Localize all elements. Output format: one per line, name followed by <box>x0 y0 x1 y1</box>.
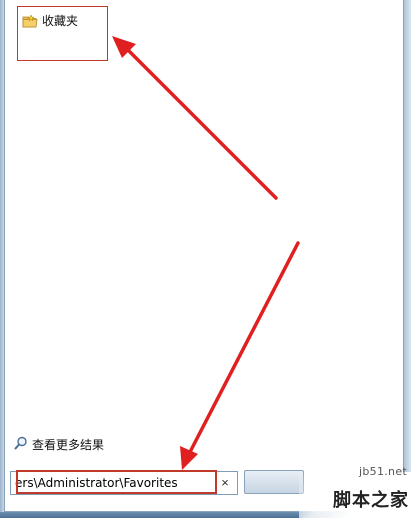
favorites-folder-icon <box>22 13 38 29</box>
glass-border-right <box>403 0 411 518</box>
result-item-label: 收藏夹 <box>42 14 79 28</box>
search-input[interactable] <box>11 473 215 493</box>
see-more-results-label: 查看更多结果 <box>32 438 105 452</box>
taskbar <box>0 512 411 518</box>
result-item-favorites[interactable]: 收藏夹 <box>22 12 78 29</box>
see-more-results-link[interactable]: 查看更多结果 <box>14 436 104 453</box>
search-box[interactable]: × <box>10 471 238 495</box>
search-icon <box>14 436 28 453</box>
clear-search-button[interactable]: × <box>216 474 234 492</box>
shutdown-button-area[interactable] <box>244 470 304 494</box>
